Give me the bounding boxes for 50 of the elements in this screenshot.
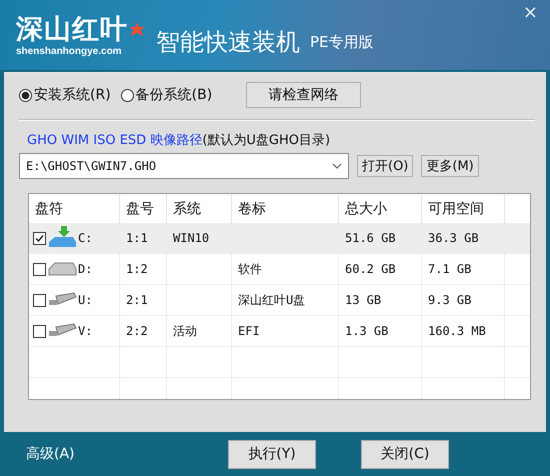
table-cell: 1:2	[126, 262, 148, 276]
table-cell: 13 GB	[345, 293, 382, 307]
website-text: shenshanhongye.com	[16, 46, 123, 56]
image-path-label: GHO WIM ISO ESD 映像路径	[27, 133, 202, 148]
checkbox[interactable]	[33, 232, 46, 244]
checkbox[interactable]	[33, 294, 46, 306]
table-cell: D:	[78, 262, 92, 276]
app-title: 智能快速装机	[156, 27, 300, 58]
disk-row[interactable]: D: 1:2 软件 60.2 GB 7.1 GB	[29, 254, 530, 285]
table-cell: 2:2	[126, 324, 148, 338]
table-cell: 60.2 GB	[345, 262, 396, 276]
disk-row[interactable]: V: 2:2 活动 EFI 1.3 GB 160.3 MB	[29, 316, 530, 347]
table-cell: 1:1	[126, 231, 148, 245]
table-cell: 活动	[173, 322, 197, 340]
table-cell: U:	[78, 293, 92, 307]
table-cell: 2:1	[126, 293, 148, 307]
radio-icon[interactable]	[120, 88, 134, 102]
close-button[interactable]: ×	[518, 2, 542, 23]
disk-row[interactable]: C: 1:1 WIN10 51.6 GB 36.3 GB	[29, 223, 530, 254]
table-cell: 软件	[238, 260, 262, 278]
table-cell: 1.3 GB	[345, 324, 388, 338]
disk-row[interactable]: U: 2:1 深山红叶U盘 13 GB 9.3 GB	[29, 285, 530, 316]
table-cell: EFI	[238, 324, 260, 338]
table-cell: C:	[78, 231, 92, 245]
table-cell: V:	[78, 324, 92, 338]
mode-radio[interactable]: 备份系统(B)	[120, 86, 212, 104]
checkbox[interactable]	[33, 262, 46, 276]
footer-button[interactable]: 关闭(C)	[361, 440, 449, 468]
usb-drive-icon	[47, 292, 77, 308]
advanced-link[interactable]: 高级(A)	[26, 445, 228, 463]
table-cell: 深山红叶U盘	[238, 292, 306, 308]
radio-icon[interactable]	[19, 88, 32, 102]
table-cell: 160.3 MB	[428, 324, 486, 338]
table-cell: 51.6 GB	[345, 231, 396, 245]
usb-drive-icon	[47, 323, 77, 339]
edition-label: PE专用版	[310, 32, 374, 52]
path-button[interactable]: 更多(M)	[421, 155, 479, 177]
checkbox[interactable]	[33, 324, 46, 338]
path-hint: (默认为U盘GHO目录)	[202, 133, 330, 148]
table-cell: 7.1 GB	[428, 262, 472, 276]
table-cell: 9.3 GB	[428, 293, 472, 307]
dropdown-caret-icon[interactable]	[332, 163, 342, 169]
mode-radio[interactable]: 安装系统(R)	[19, 86, 111, 104]
logo-text: 深山红叶	[16, 14, 128, 46]
table-cell: WIN10	[173, 231, 210, 245]
table-cell: 36.3 GB	[428, 231, 479, 245]
check-network-button[interactable]: 请检查网络	[246, 82, 362, 108]
path-dropdown[interactable]: E:\GHOST\GWIN7.GHO	[19, 153, 349, 179]
footer-button[interactable]: 执行(Y)	[228, 440, 316, 468]
path-button[interactable]: 打开(O)	[357, 155, 414, 177]
